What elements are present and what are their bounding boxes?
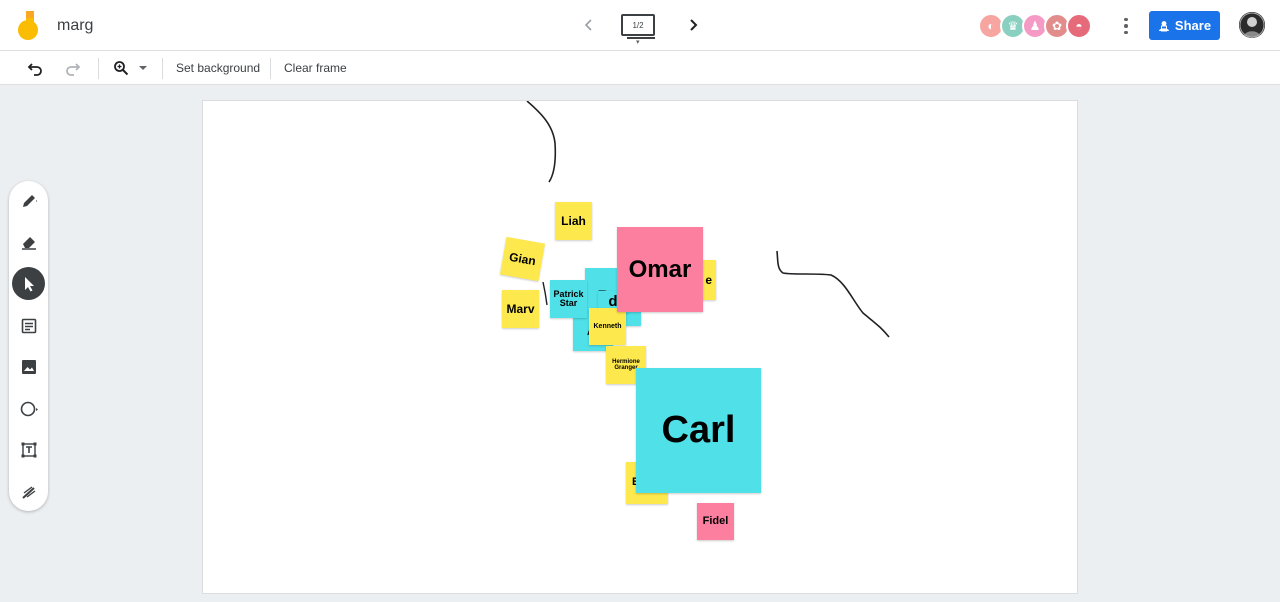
sticky-note[interactable]: Kenneth xyxy=(589,308,626,345)
caret-down-icon[interactable]: ▾ xyxy=(636,38,640,46)
sticky-note[interactable]: Carl xyxy=(636,368,761,493)
share-label: Share xyxy=(1174,18,1212,33)
toolbar-divider xyxy=(270,58,271,79)
clear-frame-button[interactable]: Clear frame xyxy=(284,61,347,75)
sticky-note[interactable]: Patrick Star xyxy=(550,280,587,318)
undo-icon[interactable] xyxy=(24,57,46,79)
document-title[interactable]: marg xyxy=(57,17,93,35)
share-button[interactable]: Share xyxy=(1149,11,1220,40)
sticky-note[interactable]: Marv xyxy=(502,290,539,328)
chevron-left-icon[interactable] xyxy=(578,14,600,36)
circle-shape-icon[interactable] xyxy=(12,392,45,425)
sticky-note[interactable]: Liah xyxy=(555,202,592,240)
sticky-note[interactable]: Gian xyxy=(499,236,546,282)
anonymous-animal-avatar[interactable]: ◓ xyxy=(1066,13,1092,39)
chevron-right-icon[interactable] xyxy=(682,14,704,36)
app-header: marg 1/2 ▾ ◐ ♛ ♟ ✿ ◓ Share xyxy=(0,0,1280,51)
account-avatar[interactable] xyxy=(1239,12,1265,38)
image-icon[interactable] xyxy=(12,350,45,383)
toolbar-divider xyxy=(162,58,163,79)
set-background-button[interactable]: Set background xyxy=(176,61,260,75)
tool-rail xyxy=(9,181,48,511)
redo-icon[interactable] xyxy=(62,57,84,79)
text-box-icon[interactable] xyxy=(12,433,45,466)
edit-toolbar: Set background Clear frame xyxy=(0,51,1280,85)
jamboard-logo-icon[interactable] xyxy=(17,11,39,41)
laser-icon[interactable] xyxy=(12,475,45,508)
whiteboard-canvas[interactable]: Liah Gian Marv Bea AL Patrick Star d Ken… xyxy=(202,100,1078,594)
frame-indicator: 1/2 xyxy=(632,20,644,30)
pen-icon[interactable] xyxy=(12,184,45,217)
toolbar-divider xyxy=(98,58,99,79)
eraser-icon[interactable] xyxy=(12,225,45,258)
frame-thumbnail-button[interactable]: 1/2 xyxy=(621,14,655,39)
select-cursor-icon[interactable] xyxy=(12,267,45,300)
sticky-note[interactable]: Fidel xyxy=(697,503,734,540)
caret-down-icon[interactable] xyxy=(136,57,150,79)
sticky-note[interactable]: Omar xyxy=(617,227,703,312)
zoom-icon[interactable] xyxy=(110,57,132,79)
more-vert-icon[interactable] xyxy=(1117,14,1135,38)
sticky-note-icon[interactable] xyxy=(12,309,45,342)
person-add-icon xyxy=(1158,20,1169,31)
